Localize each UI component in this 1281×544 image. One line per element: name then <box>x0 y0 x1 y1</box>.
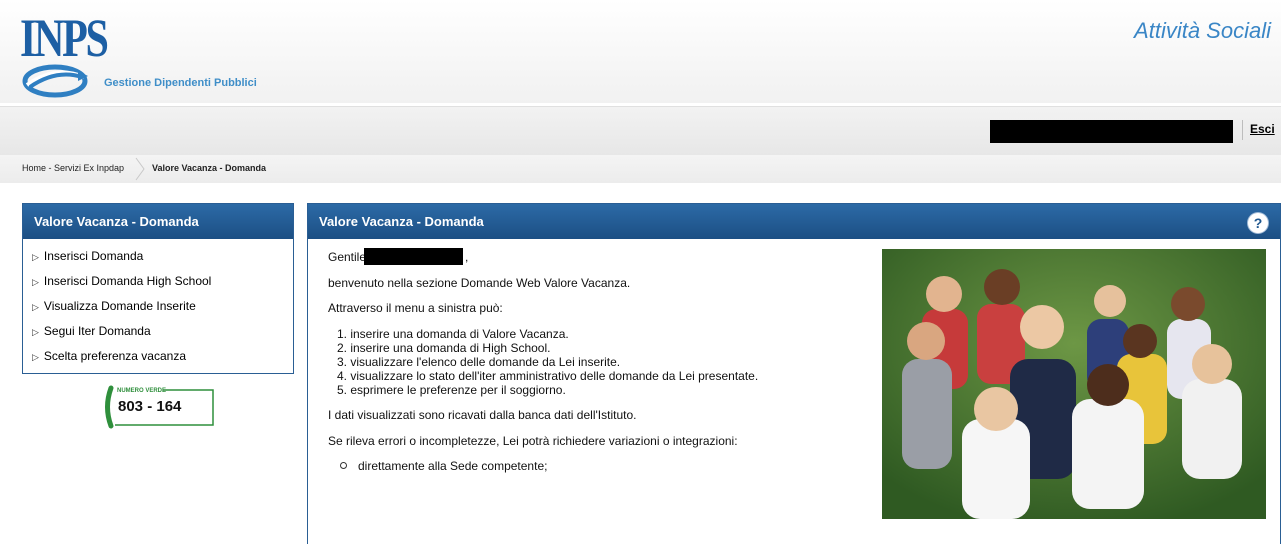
circle-bullet-icon <box>340 462 347 470</box>
triangle-right-icon: ▷ <box>32 252 39 262</box>
sidebar-item-label: Segui Iter Domanda <box>43 324 151 338</box>
menu-intro: Attraverso il menu a sinistra può: <box>328 301 503 315</box>
redacted-username <box>990 120 1233 143</box>
greeting: Gentile <box>328 250 366 264</box>
main-content-panel: Valore Vacanza - Domanda ? Gentile , ben… <box>307 203 1281 544</box>
logo-subtitle: Gestione Dipendenti Pubblici <box>104 77 257 89</box>
list-item: 4. visualizzare lo stato dell'iter ammin… <box>337 369 759 383</box>
greeting-label: Gentile <box>328 250 367 264</box>
sidebar-item-visualizza-domande[interactable]: ▷ Visualizza Domande Inserite <box>23 294 293 319</box>
separator <box>1242 120 1243 140</box>
sidebar-item-inserisci-high-school[interactable]: ▷ Inserisci Domanda High School <box>23 269 293 294</box>
list-item: 1. inserire una domanda di Valore Vacanz… <box>337 327 569 341</box>
sidebar-menu-panel: Valore Vacanza - Domanda ▷ Inserisci Doma… <box>22 203 294 374</box>
inps-logo-swoosh-icon <box>22 64 88 98</box>
triangle-right-icon: ▷ <box>32 352 39 362</box>
breadcrumb-chevron-icon <box>135 157 145 181</box>
bullet-item: direttamente alla Sede competente; <box>340 459 547 473</box>
sidebar-item-scelta-preferenza[interactable]: ▷ Scelta preferenza vacanza <box>23 344 293 369</box>
logout-link[interactable]: Esci <box>1250 122 1275 136</box>
sidebar-item-segui-iter[interactable]: ▷ Segui Iter Domanda <box>23 319 293 344</box>
comma: , <box>465 250 469 264</box>
user-bar: Esci <box>0 106 1281 156</box>
list-item: 3. visualizzare l'elenco delle domande d… <box>337 355 621 369</box>
help-icon[interactable]: ? <box>1248 213 1268 233</box>
sidebar-title: Valore Vacanza - Domanda <box>23 204 293 239</box>
list-item: 5. esprimere le preferenze per il soggio… <box>337 383 566 397</box>
data-note: I dati visualizzati sono ricavati dalla … <box>328 408 637 422</box>
app-title: Attività Sociali <box>1134 18 1271 43</box>
errors-note: Se rileva errori o incompletezze, Lei po… <box>328 434 738 448</box>
page-title: Valore Vacanza - Domanda <box>308 204 1280 239</box>
numero-verde-label: NUMERO VERDE <box>117 388 167 394</box>
sidebar-item-label: Inserisci Domanda <box>43 249 144 263</box>
triangle-right-icon: ▷ <box>32 277 39 287</box>
breadcrumb-current: Valore Vacanza - Domanda <box>152 163 267 173</box>
site-header: INPS Gestione Dipendenti Pubblici Attivi… <box>0 0 1281 103</box>
welcome-message: benvenuto nella sezione Domande Web Valo… <box>328 276 631 290</box>
sidebar-item-inserisci-domanda[interactable]: ▷ Inserisci Domanda <box>23 244 293 269</box>
list-item: 2. inserire una domanda di High School. <box>337 341 551 355</box>
breadcrumb: Home - Servizi Ex Inpdap Valore Vacanza … <box>0 155 1281 183</box>
triangle-right-icon: ▷ <box>32 327 39 337</box>
sidebar-menu: ▷ Inserisci Domanda ▷ Inserisci Domanda Hi… <box>23 239 293 369</box>
sidebar-item-label: Visualizza Domande Inserite <box>43 299 196 313</box>
sidebar-item-label: Scelta preferenza vacanza <box>43 349 187 363</box>
bullet-text: direttamente alla Sede competente; <box>358 459 548 473</box>
redacted-name <box>364 248 463 265</box>
sidebar-item-label: Inserisci Domanda High School <box>43 274 212 288</box>
numero-verde-number: 803 - 164 <box>118 398 182 415</box>
breadcrumb-home-link[interactable]: Home - Servizi Ex Inpdap <box>22 163 124 173</box>
inps-logo[interactable]: INPS <box>20 6 109 70</box>
children-group-photo <box>882 249 1266 519</box>
triangle-right-icon: ▷ <box>32 302 39 312</box>
